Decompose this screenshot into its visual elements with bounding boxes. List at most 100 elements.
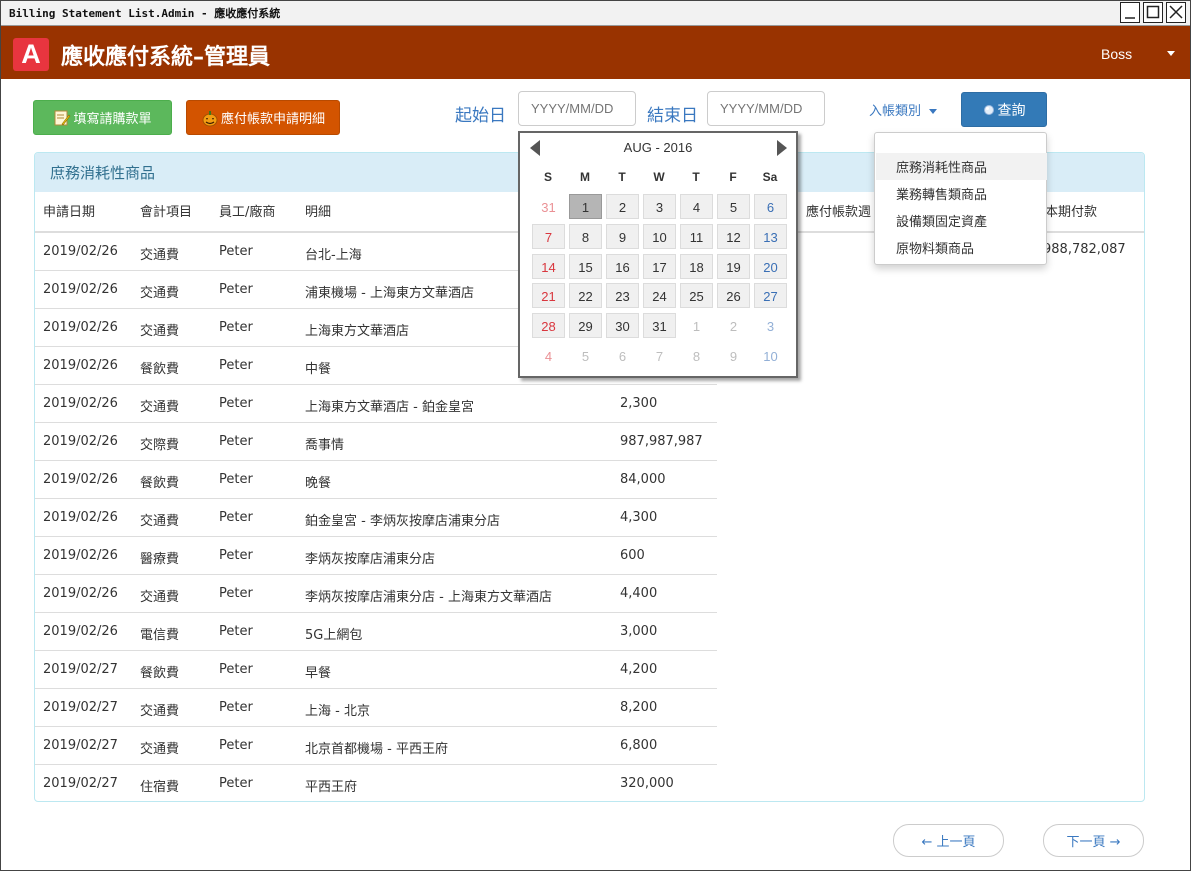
category-menu-item[interactable]: 原物料類商品 [876,234,1047,261]
calendar-day[interactable]: 5 [569,343,602,368]
table-row[interactable]: 2019/02/27 交通費 Peter 北京首都機場 - 平西王府 6,800 [35,727,717,765]
calendar-day[interactable]: 3 [643,194,676,219]
calendar-day[interactable]: 5 [717,194,750,219]
row-detail: 5G上網包 [305,628,363,643]
table-row[interactable]: 2019/02/26 交通費 Peter 鉑金皇宮 - 李炳灰按摩店浦東分店 4,300 [35,499,717,537]
calendar-day[interactable]: 9 [717,343,750,368]
calendar-day[interactable]: 6 [606,343,639,368]
table-row[interactable]: 2019/02/27 餐飲費 Peter 早餐 4,200 [35,651,717,689]
user-menu-label[interactable]: Boss [1101,46,1132,62]
window-title: Billing Statement List.Admin - 應收應付系統 [9,7,281,20]
calendar-day[interactable]: 22 [569,283,602,309]
calendar-day[interactable]: 16 [606,253,639,279]
row-date: 2019/02/26 [43,586,118,601]
calendar-day[interactable]: 2 [717,313,750,338]
category-menu-item[interactable]: 業務轉售類商品 [876,180,1047,207]
app-window: Billing Statement List.Admin - 應收應付系統 A … [0,0,1191,871]
row-detail: 喬事情 [305,438,345,453]
calendar-day[interactable]: 11 [680,223,713,249]
calendar-day[interactable]: 10 [643,223,676,249]
search-orb-icon [983,104,994,115]
calendar-weekday: S [543,170,552,184]
row-employee: Peter [219,624,253,639]
table-row[interactable]: 2019/02/27 交通費 Peter 上海 - 北京 8,200 [35,689,717,727]
row-account-item: 交通費 [140,514,180,529]
calendar-day[interactable]: 14 [532,253,565,279]
calendar-day[interactable]: 2 [606,194,639,219]
row-account-item: 交通費 [140,286,180,301]
table-row[interactable]: 2019/02/26 交通費 Peter 上海東方文華酒店 - 鉑金皇宮 2,300 [35,385,717,423]
maximize-button[interactable] [1143,2,1163,23]
app-header: A 應收應付系統–管理員 Boss [1,26,1190,79]
minimize-icon [1125,17,1135,19]
row-amount: 4,300 [620,510,658,525]
calendar-day[interactable]: 7 [532,223,565,249]
calendar-day[interactable]: 8 [569,223,602,249]
row-amount: 4,200 [620,662,658,677]
table-row[interactable]: 2019/02/26 交際費 Peter 喬事情 987,987,987 [35,423,717,461]
next-page-button[interactable]: 下一頁 → [1043,824,1144,857]
row-date: 2019/02/26 [43,624,118,639]
row-date: 2019/02/27 [43,738,118,753]
calendar-day[interactable]: 19 [717,253,750,279]
table-row[interactable]: 2019/02/26 醫療費 Peter 李炳灰按摩店浦東分店 600 [35,537,717,575]
close-icon [1169,5,1183,19]
calendar-day[interactable]: 30 [606,313,639,339]
calendar-day[interactable]: 8 [680,343,713,368]
end-date-input[interactable] [707,91,825,126]
calendar-day[interactable]: 3 [754,313,787,338]
row-amount: 8,200 [620,700,658,715]
table-row[interactable]: 2019/02/26 餐飲費 Peter 晚餐 84,000 [35,461,717,499]
category-dropdown-menu: 庶務消耗性商品 業務轉售類商品 設備類固定資產 原物料類商品 [874,132,1047,265]
row-date: 2019/02/26 [43,244,118,259]
calendar-day[interactable]: 10 [754,343,787,368]
row-detail: 中餐 [305,362,332,377]
row-account-item: 餐飲費 [140,666,180,681]
current-payment-value: 988,782,087 [1043,242,1126,257]
table-row[interactable]: 2019/02/26 交通費 Peter 李炳灰按摩店浦東分店 - 上海東方文華酒店 4… [35,575,717,613]
calendar-day[interactable]: 27 [754,283,787,309]
calendar-day[interactable]: 9 [606,223,639,249]
calendar-day[interactable]: 21 [532,283,565,309]
calendar-next-icon[interactable] [777,140,787,156]
prev-page-button[interactable]: ← 上一頁 [893,824,1004,857]
calendar-day[interactable]: 1 [569,194,602,219]
calendar-day[interactable]: 15 [569,253,602,279]
query-button[interactable]: 查詢 [961,92,1047,127]
start-date-input[interactable] [518,91,636,126]
column-header-current-payment: 本期付款 [1045,205,1098,220]
calendar-day[interactable]: 18 [680,253,713,279]
row-date: 2019/02/26 [43,510,118,525]
calendar-day[interactable]: 31 [643,313,676,339]
category-dropdown-toggle[interactable]: 入帳類別 [869,100,938,119]
calendar-day[interactable]: 24 [643,283,676,309]
table-row[interactable]: 2019/02/27 住宿費 Peter 平西王府 320,000 [35,765,717,801]
calendar-day[interactable]: 26 [717,283,750,309]
calendar-day[interactable]: 17 [643,253,676,279]
calendar-day[interactable]: 23 [606,283,639,309]
minimize-button[interactable] [1120,2,1140,23]
calendar-day[interactable]: 20 [754,253,787,279]
calendar-day[interactable]: 28 [532,313,565,339]
calendar-day[interactable]: 25 [680,283,713,309]
fill-request-button[interactable]: 填寫請購款單 [33,100,172,135]
category-menu-item[interactable]: 設備類固定資產 [876,207,1047,234]
calendar-day[interactable]: 4 [532,343,565,368]
row-date: 2019/02/27 [43,700,118,715]
calendar-weekday: T [618,170,626,184]
calendar-day[interactable]: 6 [754,194,787,219]
calendar-day[interactable]: 31 [532,194,565,219]
calendar-day[interactable]: 4 [680,194,713,219]
payable-detail-button[interactable]: 應付帳款申請明細 [186,100,340,135]
close-button[interactable] [1166,2,1186,23]
calendar-weekday: F [729,170,737,184]
row-detail: 台北-上海 [305,248,362,263]
category-menu-item[interactable]: 庶務消耗性商品 [876,153,1047,180]
calendar-day[interactable]: 7 [643,343,676,368]
table-row[interactable]: 2019/02/26 電信費 Peter 5G上網包 3,000 [35,613,717,651]
user-menu-caret-icon[interactable] [1167,51,1175,56]
calendar-day[interactable]: 1 [680,313,713,338]
calendar-day[interactable]: 13 [754,223,787,249]
calendar-day[interactable]: 29 [569,313,602,339]
calendar-day[interactable]: 12 [717,223,750,249]
